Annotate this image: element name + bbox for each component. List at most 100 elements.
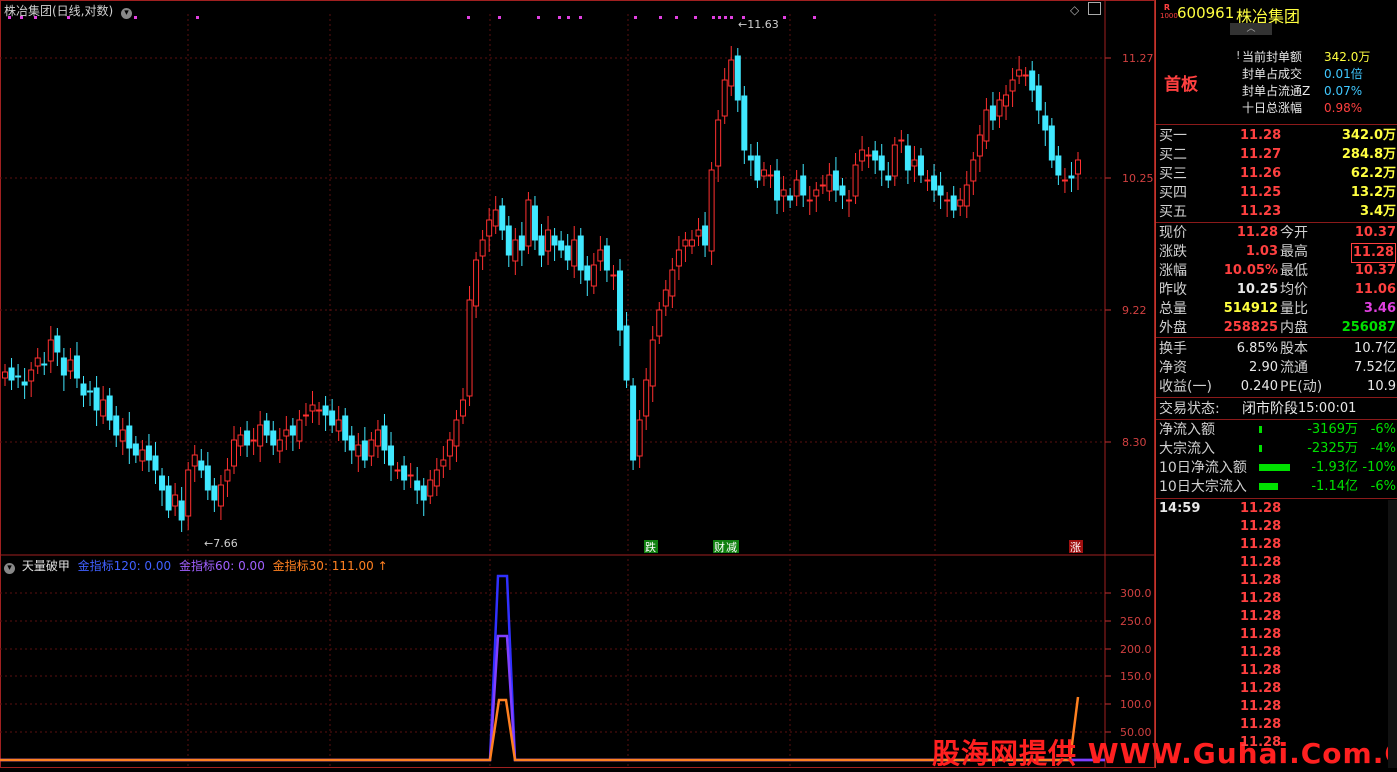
candle-body	[597, 249, 604, 262]
fund-flow-row: 10日大宗流入 -1.14亿 -6%	[1156, 478, 1397, 496]
tick-row[interactable]: 11.28	[1156, 572, 1397, 590]
indicator-name[interactable]: 天量破甲	[22, 559, 70, 573]
candle-body	[734, 55, 741, 101]
bid-row[interactable]: 买一 11.28 342.0万	[1156, 127, 1397, 145]
fundamentals-label: 收益(一)	[1159, 379, 1212, 395]
board-item-value: 0.07%	[1324, 84, 1363, 98]
tick-row[interactable]: 11.28	[1156, 644, 1397, 662]
bid-row[interactable]: 买二 11.27 284.8万	[1156, 146, 1397, 164]
tick-price: 11.28	[1240, 609, 1282, 624]
candle-body	[159, 475, 166, 491]
candle-body	[924, 179, 931, 182]
tick-price: 11.28	[1240, 627, 1282, 642]
tick-row[interactable]: 11.28	[1156, 518, 1397, 536]
candle-body	[21, 381, 28, 386]
quote-row: 现价 11.28 今开 10.37	[1156, 224, 1397, 242]
candle-body	[302, 414, 309, 417]
bid-price: 11.26	[1240, 166, 1282, 181]
tick-row[interactable]: 11.28	[1156, 626, 1397, 644]
tick-row[interactable]: 11.28	[1156, 554, 1397, 572]
candle-body	[381, 425, 388, 451]
close-box-icon[interactable]	[1088, 2, 1101, 15]
candle-body	[2, 371, 8, 379]
bid-row[interactable]: 买五 11.23 3.4万	[1156, 203, 1397, 221]
quote-value: 11.06	[1354, 282, 1396, 297]
candle-body	[1061, 179, 1068, 182]
fundamentals-value: 10.9	[1367, 379, 1396, 394]
bid-volume: 3.4万	[1359, 204, 1396, 219]
candle-body	[329, 410, 336, 426]
quote-value: 11.28	[1350, 243, 1396, 263]
candle-body	[885, 175, 892, 181]
candle-body	[492, 209, 499, 227]
tick-row[interactable]: 11.28	[1156, 680, 1397, 698]
board-item-label: 当前封单额	[1242, 50, 1303, 64]
tick-time: 14:59	[1159, 501, 1201, 516]
fundamentals-row: 净资 2.90 流通 7.52亿	[1156, 359, 1397, 377]
candle-body	[47, 339, 54, 362]
fund-flow-bar	[1259, 464, 1290, 471]
signal-dot	[558, 16, 561, 19]
tick-row[interactable]: 11.28	[1156, 590, 1397, 608]
fund-flow-label: 10日大宗流入	[1159, 479, 1247, 495]
bid-row[interactable]: 买四 11.25 13.2万	[1156, 184, 1397, 202]
stock-code: 600961	[1177, 4, 1235, 22]
chevron-down-icon[interactable]: ▾	[121, 8, 133, 19]
trade-status-time: 15:00:01	[1298, 401, 1357, 416]
chevron-down-icon[interactable]: ▾	[4, 563, 15, 574]
candle-body	[518, 235, 525, 251]
tick-row[interactable]: 14:59 11.28	[1156, 500, 1397, 518]
fund-flow-value: -1.14亿	[1311, 479, 1358, 494]
chart-canvas[interactable]: 11.27 10.25 9.22 8.30 300.0 250.0 200.0 150.0 10…	[0, 0, 1155, 768]
bid-row[interactable]: 买三 11.26 62.2万	[1156, 165, 1397, 183]
indicator-line120: 金指标120: 0.00	[77, 559, 172, 573]
arrow-up-icon: ↑	[377, 559, 388, 573]
diamond-icon[interactable]: ◇	[1070, 3, 1079, 17]
candle-body	[217, 484, 224, 507]
signal-dot	[694, 16, 697, 19]
kline-chart-area[interactable]: 11.27 10.25 9.22 8.30 300.0 250.0 200.0 150.0 10…	[0, 0, 1397, 770]
indicator-line30	[0, 696, 1080, 762]
fund-flow-percent: -10%	[1362, 460, 1396, 475]
fundamentals-label: PE(动)	[1280, 379, 1323, 395]
fundamentals-value: 7.52亿	[1354, 360, 1396, 375]
candle-body	[839, 185, 846, 196]
candle-body	[374, 429, 381, 447]
quote-value: 10.37	[1354, 263, 1396, 278]
fund-flow-percent: -6%	[1370, 422, 1396, 437]
candle-body	[322, 405, 329, 416]
signal-dot	[813, 16, 816, 19]
signal-dot	[134, 16, 137, 19]
candle-body	[989, 105, 996, 121]
collapse-button[interactable]: ︿	[1230, 23, 1272, 35]
candle-body	[87, 390, 94, 393]
candle-body	[1055, 155, 1062, 176]
candle-body	[15, 375, 22, 378]
candle-body	[1048, 125, 1055, 161]
tick-row[interactable]: 11.28	[1156, 698, 1397, 716]
candle-body	[819, 184, 826, 187]
candle-body	[401, 465, 408, 481]
candle-body	[806, 199, 813, 202]
tick-scrollbar[interactable]	[1388, 500, 1397, 768]
fund-flow-value: -2325万	[1307, 441, 1358, 456]
tick-price: 11.28	[1240, 717, 1282, 732]
fundamentals-value: 0.240	[1240, 379, 1278, 394]
tick-row[interactable]: 11.28	[1156, 608, 1397, 626]
tick-price: 11.28	[1240, 735, 1282, 750]
tick-row[interactable]: 11.28	[1156, 662, 1397, 680]
quote-label: 内盘	[1280, 320, 1308, 336]
candle-body	[224, 469, 231, 482]
candle-body	[525, 199, 532, 247]
candle-body	[499, 205, 506, 231]
candle-body	[643, 379, 650, 417]
signal-dot	[659, 16, 662, 19]
tick-row[interactable]: 11.28	[1156, 536, 1397, 554]
tick-row[interactable]: 11.28	[1156, 734, 1397, 752]
candle-body	[512, 239, 519, 262]
bid-price: 11.27	[1240, 147, 1282, 162]
tick-row[interactable]: 11.28	[1156, 716, 1397, 734]
candle-body	[211, 485, 218, 501]
candle-body	[309, 404, 316, 412]
candle-body	[67, 359, 74, 372]
